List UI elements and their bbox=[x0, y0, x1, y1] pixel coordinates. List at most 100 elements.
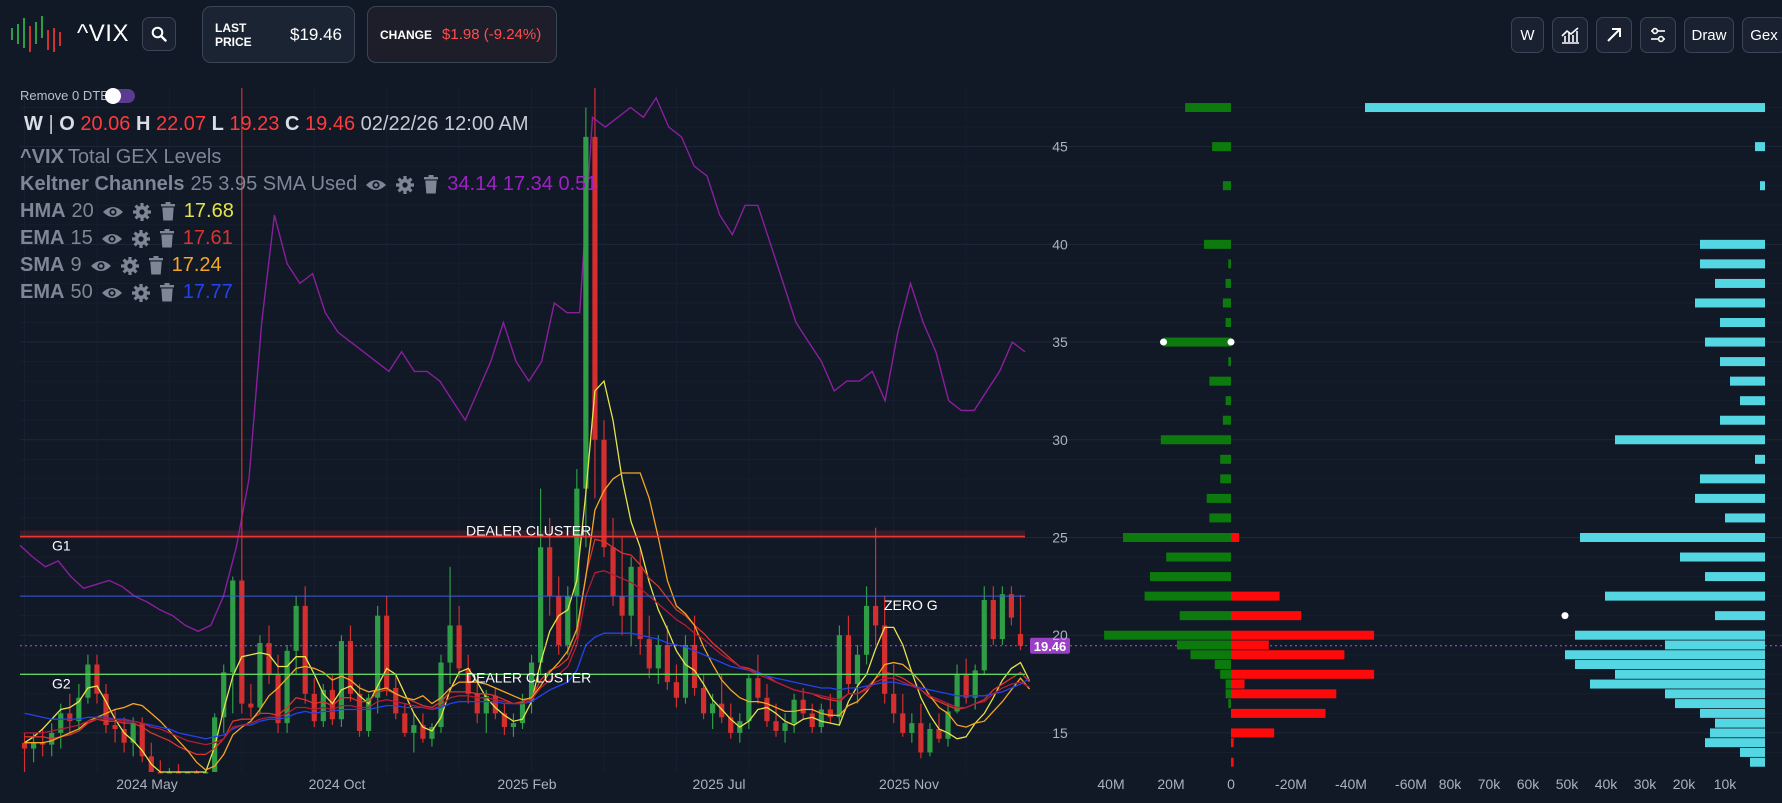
open-interest-bar bbox=[1715, 278, 1765, 288]
candle-body bbox=[710, 703, 716, 714]
trash-icon bbox=[159, 229, 174, 248]
eye-icon bbox=[101, 287, 122, 298]
y-tick-label: 15 bbox=[1052, 725, 1068, 741]
open-interest-bar bbox=[1715, 718, 1765, 728]
ema50-delete-button[interactable] bbox=[159, 283, 175, 302]
open-interest-bar bbox=[1665, 689, 1765, 699]
legend-gex-name: ^VIX bbox=[20, 146, 64, 168]
legend-ema50-value: 17.77 bbox=[182, 281, 233, 303]
candle-body bbox=[746, 678, 752, 722]
open-interest-bar bbox=[1720, 415, 1765, 425]
hma-settings-button[interactable] bbox=[132, 202, 152, 222]
candle-body bbox=[85, 664, 91, 698]
ema50-visibility-toggle[interactable] bbox=[101, 285, 123, 301]
candle-body bbox=[854, 654, 861, 685]
candle-body bbox=[230, 580, 236, 673]
open-interest-bar bbox=[1700, 708, 1765, 718]
candle-body bbox=[664, 644, 670, 683]
gex-positive-bar bbox=[1177, 640, 1231, 650]
sma-delete-button[interactable] bbox=[148, 256, 164, 275]
gex-positive-bar bbox=[1220, 669, 1231, 679]
gex-highlight-dot bbox=[1160, 338, 1167, 346]
open-interest-bar bbox=[1700, 474, 1765, 484]
hma-delete-button[interactable] bbox=[160, 202, 176, 221]
oi-x-tick-label: 70k bbox=[1478, 776, 1502, 792]
gex-positive-bar bbox=[1160, 435, 1231, 445]
open-interest-bar bbox=[1720, 357, 1765, 367]
gex-positive-bar bbox=[1220, 474, 1231, 484]
y-tick-label: 25 bbox=[1052, 529, 1068, 545]
open-interest-bar bbox=[1680, 552, 1765, 562]
trash-icon bbox=[424, 175, 439, 194]
x-tick-label: 2024 Oct bbox=[309, 776, 366, 792]
candle-body bbox=[827, 709, 833, 718]
oi-highlight-dot bbox=[1561, 612, 1569, 620]
keltner-settings-button[interactable] bbox=[395, 175, 415, 195]
candle-body bbox=[891, 693, 897, 714]
gex-negative-bar bbox=[1231, 630, 1375, 640]
candle-body bbox=[700, 687, 707, 714]
legend-ema15-params: 15 bbox=[70, 227, 93, 249]
gex-positive-bar bbox=[1209, 376, 1231, 386]
gex-positive-bar bbox=[1166, 552, 1231, 562]
open-interest-bar bbox=[1605, 591, 1765, 601]
legend-ema15-value: 17.61 bbox=[182, 227, 233, 249]
interval-label: W bbox=[24, 113, 43, 135]
candle-body bbox=[338, 641, 345, 720]
gex-positive-bar bbox=[1204, 239, 1231, 249]
legend-gex-label: Total GEX Levels bbox=[67, 146, 222, 168]
keltner-delete-button[interactable] bbox=[423, 175, 439, 194]
gex-positive-bar bbox=[1190, 650, 1231, 660]
gex-highlight-dot bbox=[1227, 338, 1235, 346]
ema15-settings-button[interactable] bbox=[131, 229, 151, 249]
open-interest-bar bbox=[1740, 396, 1765, 406]
gex-positive-bar bbox=[1123, 532, 1231, 542]
candle-body bbox=[402, 713, 408, 733]
candle-body bbox=[492, 695, 498, 714]
remove-0dte-toggle[interactable] bbox=[105, 88, 135, 104]
legend-keltner-values: 34.14 17.34 0.51 bbox=[447, 173, 598, 195]
candle-body bbox=[918, 723, 924, 753]
keltner-visibility-toggle[interactable] bbox=[365, 177, 387, 193]
candle-body bbox=[302, 605, 308, 694]
legend-keltner: Keltner Channels 25 3.95 SMA Used 34.14 … bbox=[20, 173, 597, 196]
ema15-delete-button[interactable] bbox=[159, 229, 175, 248]
gex-negative-bar bbox=[1231, 611, 1302, 621]
gex-positive-bar bbox=[1214, 660, 1231, 670]
gex-positive-bar bbox=[1228, 259, 1231, 269]
candle-body bbox=[510, 723, 517, 728]
legend-hma-params: 20 bbox=[71, 200, 94, 222]
candle-body bbox=[782, 723, 788, 731]
trash-icon bbox=[159, 283, 174, 302]
candle-body bbox=[248, 703, 254, 708]
gex-positive-bar bbox=[1222, 298, 1231, 308]
ema50-settings-button[interactable] bbox=[131, 283, 151, 303]
gex-negative-bar bbox=[1231, 679, 1245, 689]
gex-negative-bar bbox=[1231, 757, 1234, 767]
legend-sma-value: 17.24 bbox=[171, 254, 222, 276]
candle-body bbox=[311, 693, 317, 722]
legend-ema50: EMA 50 17.77 bbox=[20, 281, 233, 304]
candle-body bbox=[628, 566, 634, 616]
hma-visibility-toggle[interactable] bbox=[102, 204, 124, 220]
candle-body bbox=[356, 693, 363, 731]
candle-body bbox=[981, 600, 987, 671]
gex-x-tick-label: -60M bbox=[1395, 776, 1427, 792]
moving-average-line bbox=[24, 570, 1030, 746]
open-interest-bar bbox=[1755, 142, 1765, 152]
gex-negative-bar bbox=[1231, 640, 1269, 650]
candle-body bbox=[556, 596, 562, 645]
sma-settings-button[interactable] bbox=[120, 256, 140, 276]
gex-positive-bar bbox=[1144, 591, 1231, 601]
gear-icon bbox=[120, 256, 139, 275]
ema15-visibility-toggle[interactable] bbox=[101, 231, 123, 247]
open-interest-bar bbox=[1675, 699, 1765, 709]
gex-x-tick-label: -20M bbox=[1275, 776, 1307, 792]
gex-positive-bar bbox=[1225, 689, 1231, 699]
gex-negative-bar bbox=[1231, 728, 1275, 738]
x-tick-label: 2025 Feb bbox=[497, 776, 556, 792]
eye-icon bbox=[102, 206, 123, 217]
sma-visibility-toggle[interactable] bbox=[90, 258, 112, 274]
oi-x-tick-label: 60k bbox=[1517, 776, 1541, 792]
gex-positive-bar bbox=[1212, 142, 1231, 152]
